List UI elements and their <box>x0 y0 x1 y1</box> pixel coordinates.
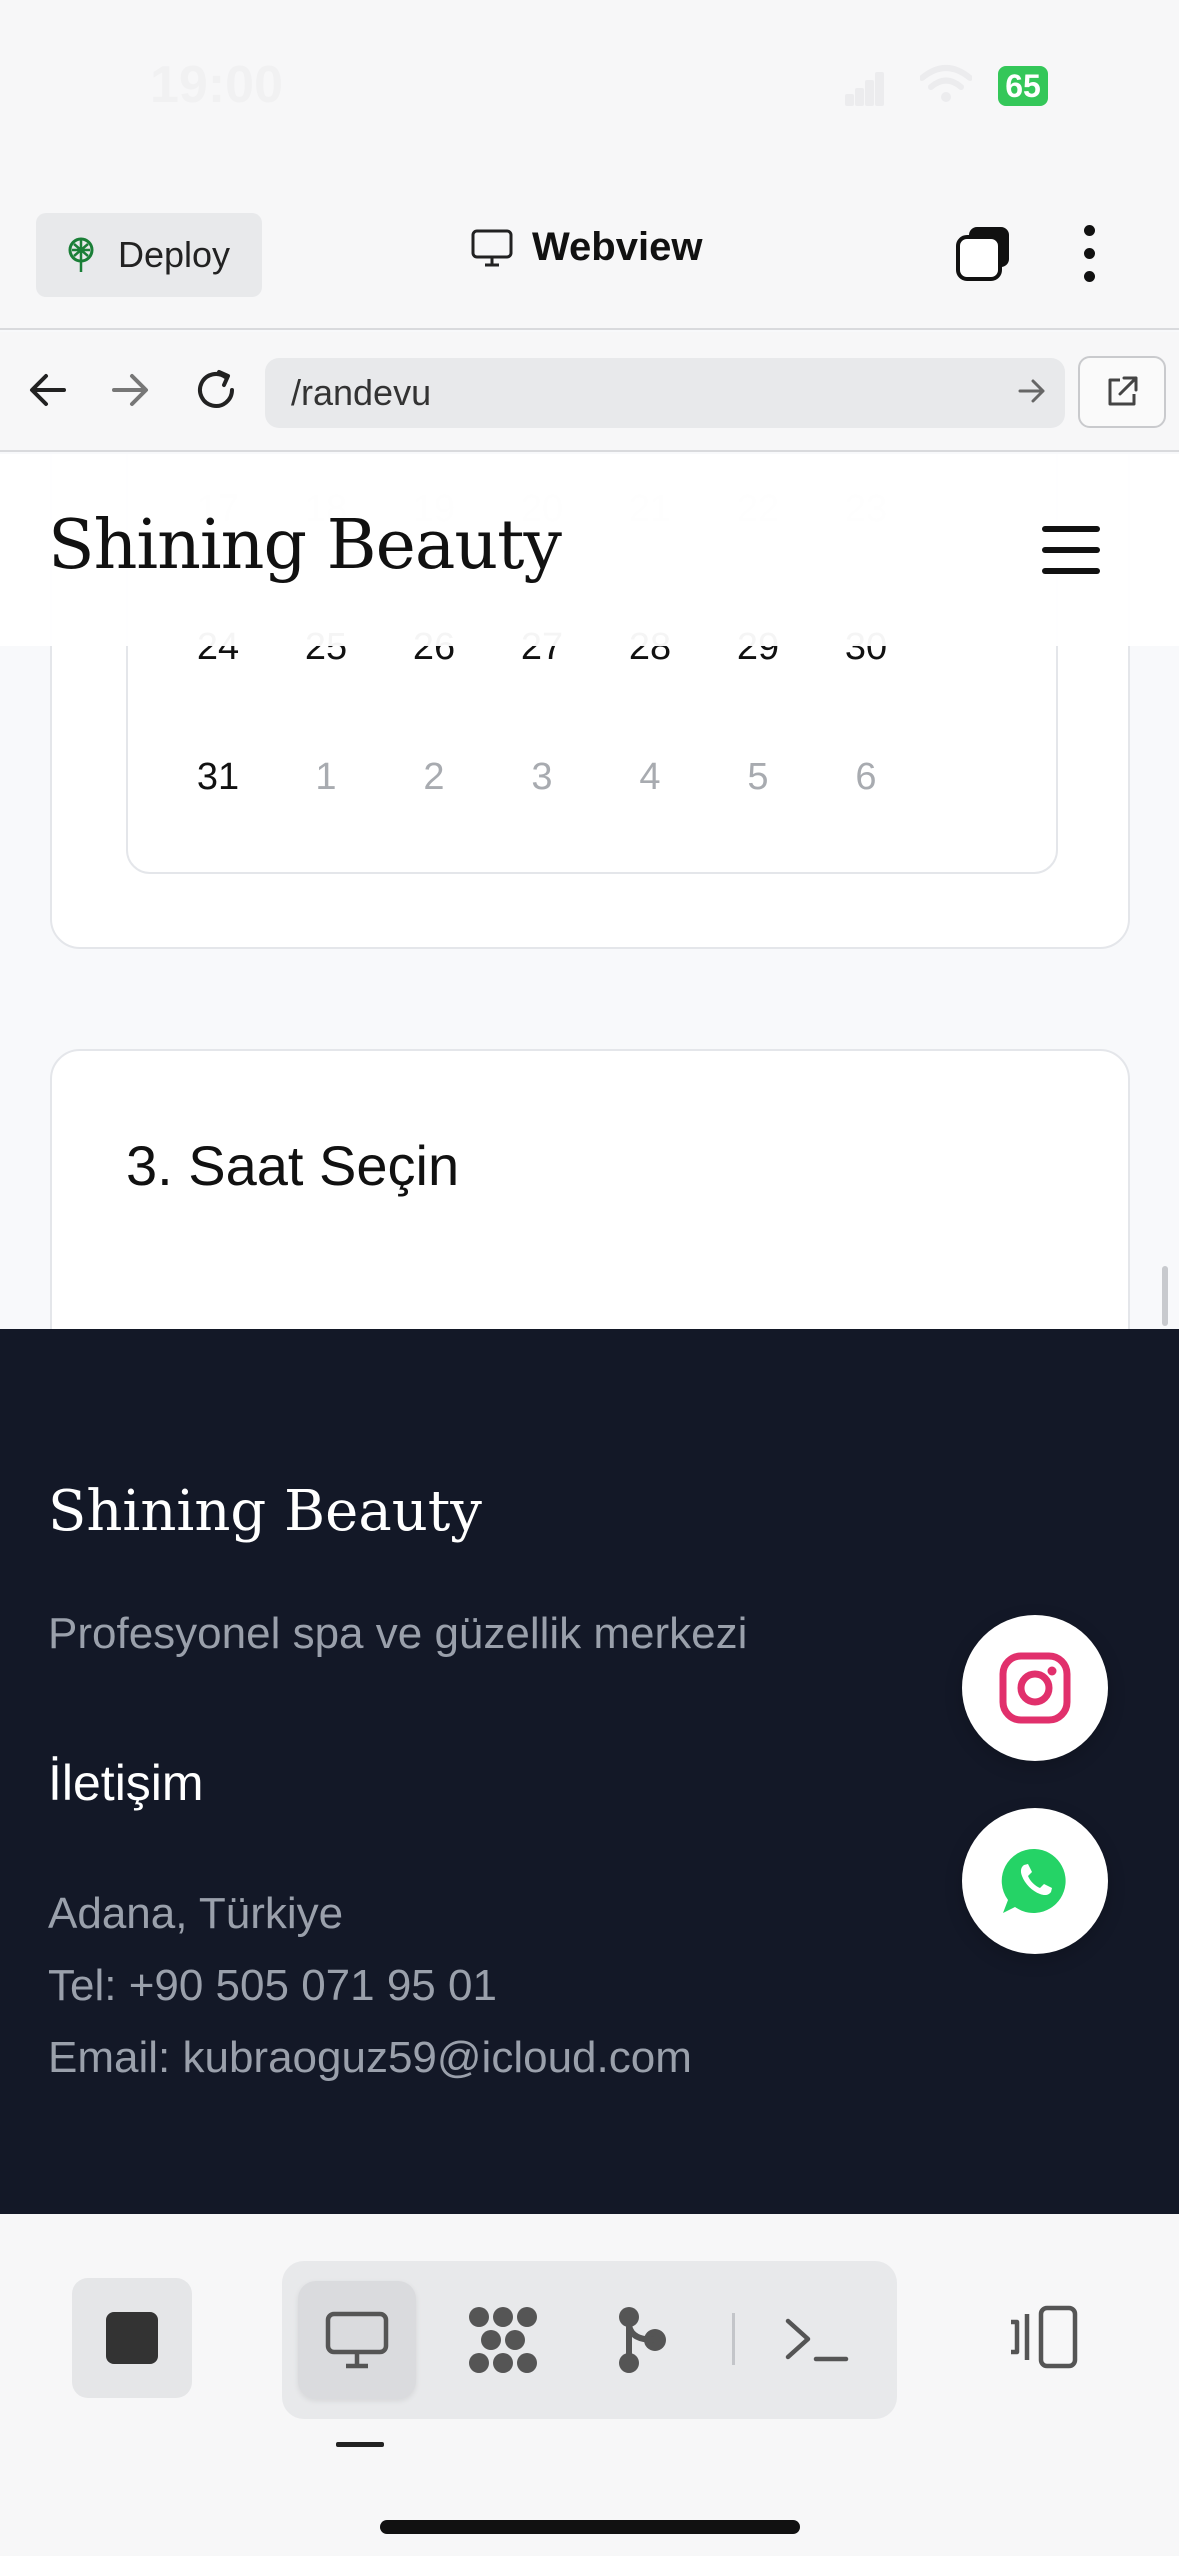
webview-label: Webview <box>532 225 703 269</box>
home-indicator <box>380 2520 800 2534</box>
calendar-day-outside-month[interactable]: 6 <box>826 756 906 799</box>
reload-icon <box>198 370 234 408</box>
status-time: 19:00 <box>150 56 283 114</box>
calendar-week-row: 31 1 2 3 4 5 6 <box>128 756 1060 836</box>
url-bar: /randevu <box>0 332 1179 452</box>
webview-title[interactable]: Webview <box>470 225 702 270</box>
stop-button[interactable] <box>72 2278 192 2398</box>
contact-heading: İletişim <box>48 1755 204 1811</box>
site-footer: Shining Beauty Profesyonel spa ve güzell… <box>0 1329 1179 2214</box>
status-bar: 19:00 65 <box>0 0 1179 175</box>
time-picker-card: 3. Saat Seçin <box>50 1049 1130 1369</box>
contact-email[interactable]: Email: kubraoguz59@icloud.com <box>48 2033 692 2083</box>
git-icon <box>619 2307 666 2373</box>
pane-switcher <box>282 2261 897 2419</box>
workflow-tab[interactable] <box>444 2281 562 2399</box>
more-vertical-icon[interactable] <box>1070 223 1110 285</box>
time-section-title: 3. Saat Seçin <box>126 1134 460 1197</box>
whatsapp-icon <box>1001 1848 1066 1913</box>
git-tab[interactable] <box>582 2281 700 2399</box>
back-arrow-icon <box>30 374 66 406</box>
reload-button[interactable] <box>186 360 246 420</box>
segment-divider <box>732 2313 735 2365</box>
calendar-day-outside-month[interactable]: 4 <box>610 756 690 799</box>
bottom-toolbar <box>0 2214 1179 2556</box>
signal-icon <box>845 72 885 106</box>
contact-address: Adana, Türkiye <box>48 1889 344 1938</box>
tabs-icon[interactable] <box>955 225 1011 281</box>
site-logo[interactable]: Shining Beauty <box>48 506 562 585</box>
deploy-label: Deploy <box>118 234 231 275</box>
calendar-day-outside-month[interactable]: 3 <box>502 756 582 799</box>
whatsapp-button[interactable] <box>962 1808 1108 1954</box>
wifi-icon <box>920 65 972 102</box>
url-path: /randevu <box>291 372 432 413</box>
stop-icon <box>106 2312 158 2364</box>
calendar-day-outside-month[interactable]: 5 <box>718 756 798 799</box>
instagram-icon <box>999 1652 1071 1724</box>
scrollbar-thumb[interactable] <box>1162 1266 1168 1326</box>
url-input[interactable]: /randevu <box>265 358 1065 428</box>
battery-indicator: 65 <box>998 66 1048 106</box>
shell-tab[interactable] <box>758 2281 876 2399</box>
forward-arrow-icon <box>112 374 148 406</box>
go-arrow-icon[interactable] <box>1017 376 1047 406</box>
workflow-icon <box>469 2307 537 2373</box>
monitor-icon <box>471 229 513 266</box>
calendar-day-outside-month[interactable]: 2 <box>394 756 474 799</box>
calendar-day[interactable]: 31 <box>178 756 258 799</box>
deploy-icon <box>68 237 94 272</box>
app-header: Deploy Webview <box>0 175 1179 330</box>
forward-button[interactable] <box>100 360 160 420</box>
back-button[interactable] <box>18 360 78 420</box>
deploy-button[interactable]: Deploy <box>36 213 262 297</box>
contact-phone[interactable]: Tel: +90 505 071 95 01 <box>48 1961 497 2011</box>
webview-icon <box>325 2311 389 2369</box>
active-tab-indicator <box>336 2442 384 2447</box>
shell-icon <box>785 2318 849 2362</box>
site-header: Shining Beauty <box>0 454 1179 646</box>
webview-tab[interactable] <box>298 2281 416 2399</box>
instagram-button[interactable] <box>962 1615 1108 1761</box>
calendar-day-outside-month[interactable]: 1 <box>286 756 366 799</box>
open-external-button[interactable] <box>1078 356 1166 428</box>
footer-tagline: Profesyonel spa ve güzellik merkezi <box>48 1609 748 1658</box>
external-link-icon <box>1108 376 1138 406</box>
side-panel-icon[interactable] <box>1005 2304 1081 2370</box>
footer-brand: Shining Beauty <box>48 1479 482 1544</box>
webview-content[interactable]: 17 18 19 20 21 22 23 24 25 26 27 28 29 3… <box>0 454 1179 2214</box>
hamburger-menu-icon[interactable] <box>1042 526 1100 574</box>
